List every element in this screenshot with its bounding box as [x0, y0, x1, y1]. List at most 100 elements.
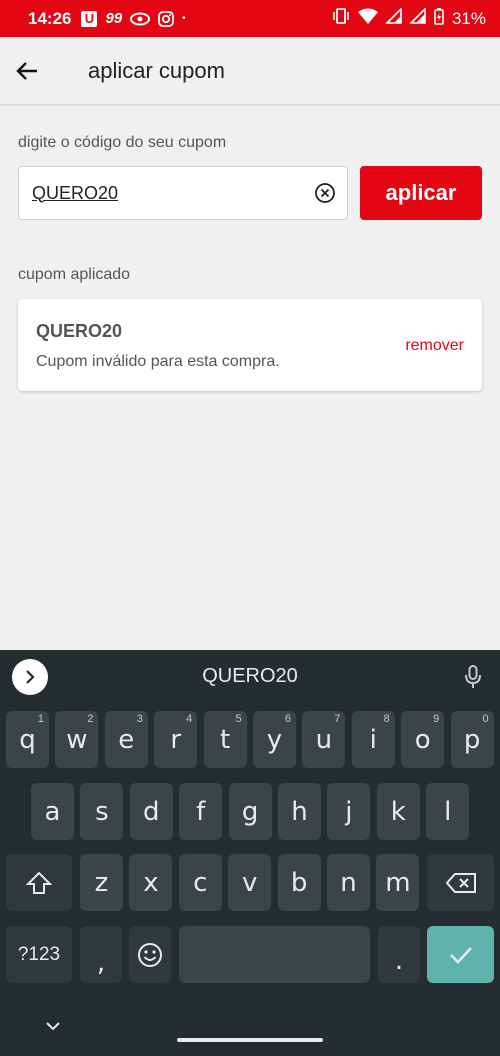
symbols-key[interactable]: ?123 — [6, 926, 72, 983]
key-number-hint: 0 — [482, 713, 489, 725]
key-number-hint: 1 — [37, 713, 44, 725]
home-gesture-bar[interactable] — [177, 1038, 323, 1042]
suggestion-bar: QUERO20 — [0, 650, 500, 704]
key-number-hint: 3 — [136, 713, 143, 725]
key-g[interactable]: g — [228, 783, 272, 840]
key-h[interactable]: h — [278, 783, 321, 840]
key-i[interactable]: i8 — [351, 711, 395, 768]
key-c[interactable]: c — [178, 854, 222, 911]
period-label: . — [394, 945, 404, 976]
key-m[interactable]: m — [376, 854, 420, 911]
key-r[interactable]: r4 — [154, 711, 198, 768]
keyboard-menu-button[interactable] — [12, 659, 48, 695]
key-k[interactable]: k — [376, 783, 420, 840]
battery-icon — [434, 7, 444, 30]
key-f[interactable]: f — [179, 783, 223, 840]
navigation-bar — [0, 998, 500, 1056]
key-label: y — [266, 724, 283, 755]
status-bar: 14:26 U 99 • 31% — [0, 0, 500, 37]
space-key[interactable] — [179, 926, 370, 983]
comma-label: , — [96, 947, 106, 978]
coupon-error-message: Cupom inválido para esta compra. — [36, 353, 280, 370]
key-number-hint: 2 — [87, 713, 94, 725]
battery-percent: 31% — [451, 8, 486, 28]
key-q[interactable]: q1 — [6, 711, 49, 768]
clear-input-button[interactable] — [303, 171, 347, 215]
instagram-notification-icon — [158, 10, 175, 28]
key-number-hint: 7 — [334, 713, 341, 725]
key-d[interactable]: d — [129, 783, 173, 840]
key-label: q — [19, 724, 36, 755]
key-number-hint: 9 — [433, 713, 440, 725]
status-time: 14:26 — [28, 8, 72, 28]
applied-coupon-card: QUERO20 Cupom inválido para esta compra.… — [18, 299, 482, 391]
applied-coupon-code: QUERO20 — [36, 321, 123, 341]
key-z[interactable]: z — [80, 854, 123, 911]
vibrate-icon — [332, 8, 350, 29]
key-x[interactable]: x — [129, 854, 173, 911]
key-label: w — [66, 724, 88, 755]
signal-icon — [385, 7, 402, 29]
key-a[interactable]: a — [31, 783, 74, 840]
arrow-back-icon — [16, 61, 37, 80]
backspace-icon — [445, 872, 476, 893]
coupon-code-input[interactable]: QUERO20 — [18, 166, 348, 220]
key-e[interactable]: e3 — [104, 711, 148, 768]
key-y[interactable]: y6 — [253, 711, 296, 768]
key-o[interactable]: o9 — [401, 711, 445, 768]
page-title: aplicar cupom — [88, 57, 225, 83]
emoji-key[interactable] — [129, 926, 171, 983]
wifi-icon — [357, 8, 378, 29]
key-p[interactable]: p0 — [450, 711, 494, 768]
suggestion-word[interactable]: QUERO20 — [150, 665, 350, 688]
key-label: u — [315, 724, 333, 755]
remove-coupon-button[interactable]: remover — [405, 337, 464, 355]
key-label: o — [414, 724, 431, 755]
backspace-key[interactable] — [427, 854, 494, 911]
key-s[interactable]: s — [80, 783, 124, 840]
voice-input-button[interactable] — [458, 662, 488, 692]
app-bar: aplicar cupom — [0, 37, 500, 105]
shift-arrow-icon — [26, 871, 52, 894]
microphone-icon — [465, 665, 481, 688]
key-j[interactable]: j — [327, 783, 371, 840]
key-v[interactable]: v — [228, 854, 272, 911]
coupon-code-label: digite o código do seu cupom — [18, 134, 227, 151]
key-n[interactable]: n — [327, 854, 370, 911]
key-label: e — [118, 724, 135, 755]
back-button[interactable] — [0, 44, 54, 98]
done-key[interactable] — [427, 926, 494, 983]
key-l[interactable]: l — [426, 783, 470, 840]
soft-keyboard: QUERO20 q1w2e3r4t5y6u7i8o9p0 asdfghjkl z… — [0, 650, 500, 1056]
key-w[interactable]: w2 — [55, 711, 99, 768]
key-number-hint: 8 — [383, 713, 390, 725]
status-right-group: 31% — [332, 7, 486, 30]
period-key[interactable]: . — [378, 926, 420, 983]
applied-coupon-label: cupom aplicado — [18, 266, 131, 283]
key-label: i — [369, 724, 377, 755]
more-notifications-dot: • — [182, 13, 186, 24]
key-b[interactable]: b — [277, 854, 321, 911]
key-number-hint: 4 — [186, 713, 193, 725]
clear-circle-icon — [315, 183, 335, 203]
shift-key[interactable] — [6, 854, 72, 911]
key-label: p — [463, 724, 481, 755]
coupon-input-value: QUERO20 — [32, 182, 119, 203]
app-99-notification-icon: 99 — [105, 10, 123, 27]
checkmark-icon — [449, 946, 472, 964]
key-t[interactable]: t5 — [203, 711, 247, 768]
key-number-hint: 5 — [235, 713, 242, 725]
key-label: t — [219, 724, 231, 755]
key-u[interactable]: u7 — [302, 711, 346, 768]
chevron-down-icon — [46, 1022, 60, 1031]
eye-notification-icon — [130, 10, 151, 28]
key-label: r — [170, 724, 182, 755]
apply-coupon-button[interactable]: aplicar — [360, 166, 482, 220]
app-u-notification-icon: U — [81, 10, 98, 27]
signal-icon-2 — [409, 7, 426, 29]
comma-key[interactable]: , — [80, 926, 122, 983]
key-number-hint: 6 — [284, 713, 291, 725]
chevron-right-icon — [26, 670, 35, 684]
hide-keyboard-button[interactable] — [38, 1014, 68, 1038]
emoji-icon — [138, 942, 162, 967]
